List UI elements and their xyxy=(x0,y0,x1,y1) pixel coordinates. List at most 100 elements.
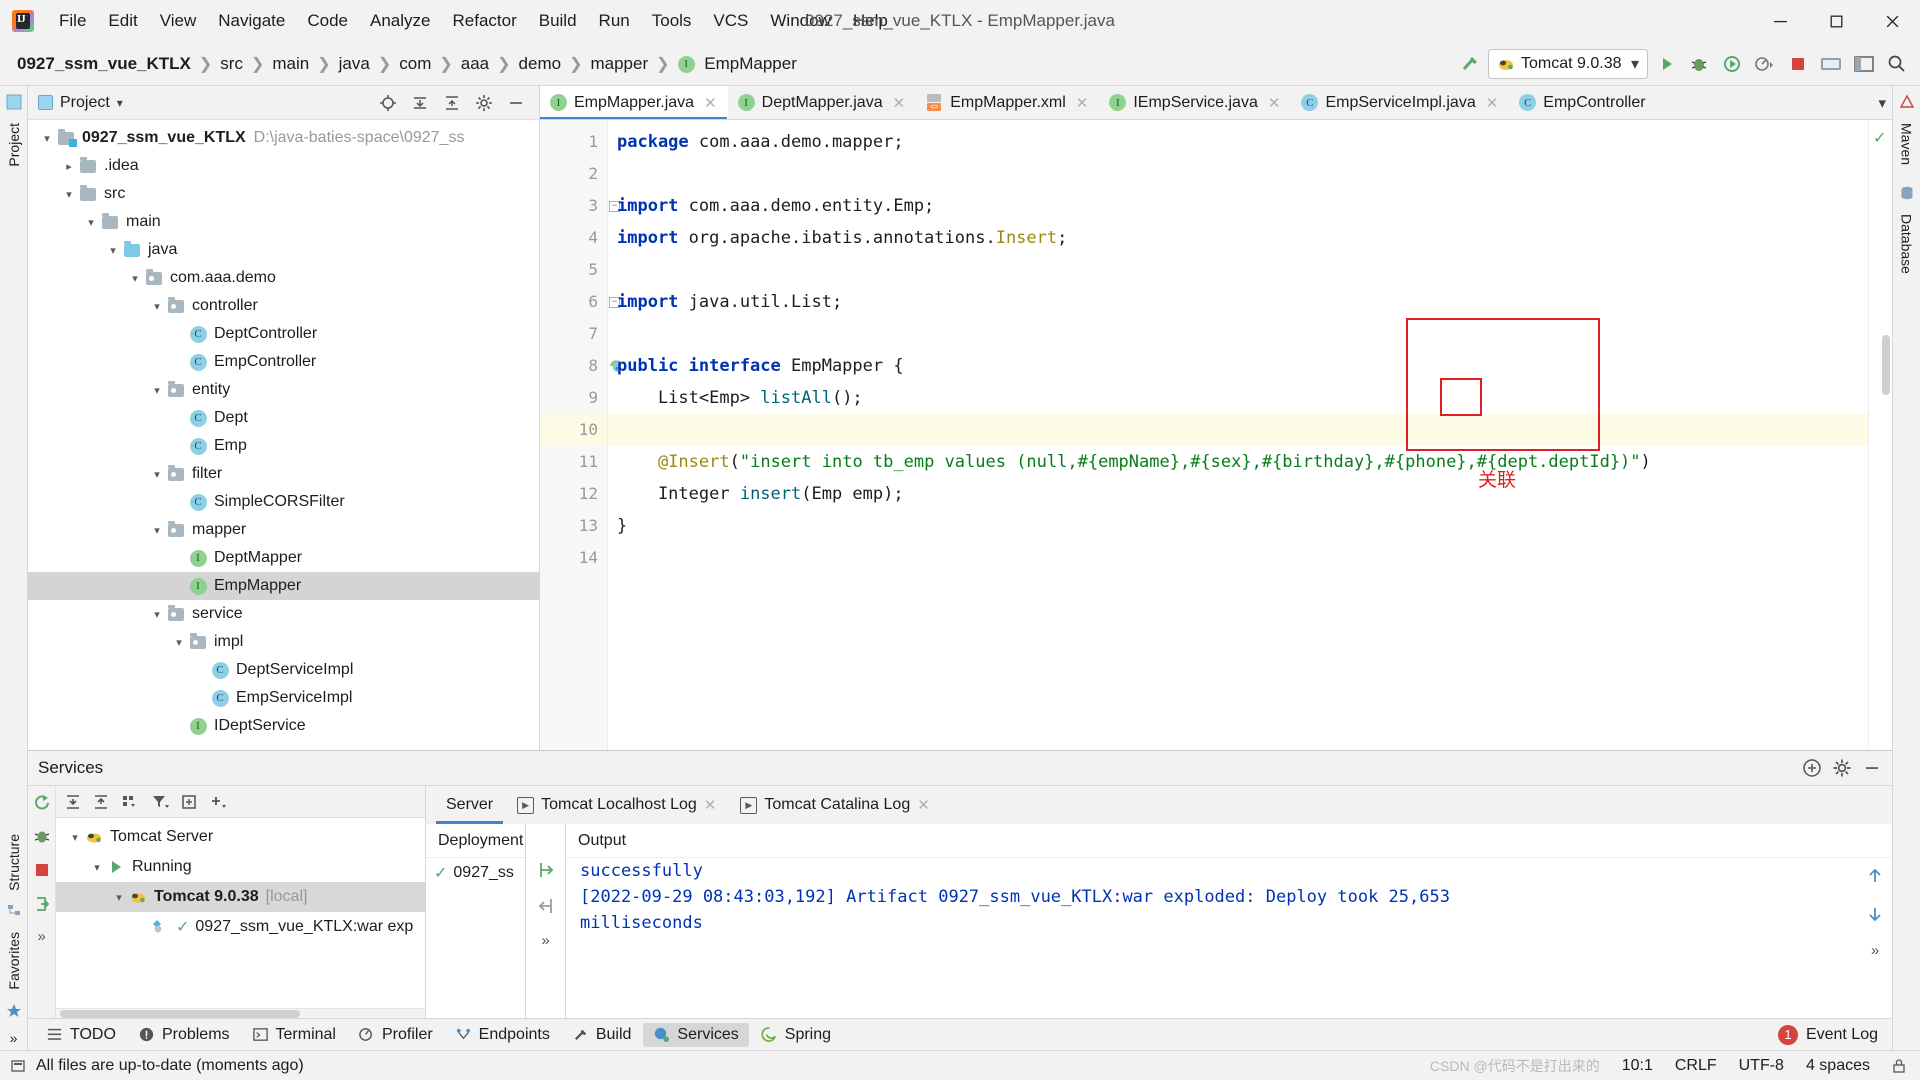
menu-view[interactable]: View xyxy=(149,7,208,35)
tree-node[interactable]: ▾ filter xyxy=(28,460,539,488)
close-tab-icon[interactable]: ✕ xyxy=(893,94,906,112)
code-line[interactable]: } xyxy=(608,510,1868,542)
chevron-down-icon[interactable]: ▾ xyxy=(148,608,166,621)
menu-build[interactable]: Build xyxy=(528,7,588,35)
sidebar-item-favorites[interactable]: Favorites xyxy=(6,926,22,996)
tree-node[interactable]: ▾ entity xyxy=(28,376,539,404)
toolwindow-button-endpoints[interactable]: Endpoints xyxy=(445,1023,560,1047)
star-icon[interactable] xyxy=(6,1003,22,1019)
output-log[interactable]: successfully [2022-09-29 08:43:03,192] Ar… xyxy=(566,858,1858,1018)
add-icon[interactable] xyxy=(208,793,228,811)
tree-node[interactable]: ▾ mapper xyxy=(28,516,539,544)
code-line[interactable]: package com.aaa.demo.mapper; xyxy=(608,126,1868,158)
hide-icon[interactable] xyxy=(1862,758,1882,778)
close-tab-icon[interactable]: ✕ xyxy=(704,796,717,814)
gutter-line-number[interactable]: 5 xyxy=(540,254,607,286)
build-button[interactable] xyxy=(1455,49,1485,79)
close-button[interactable] xyxy=(1864,0,1920,42)
sidebar-item-structure[interactable]: Structure xyxy=(6,828,22,897)
close-tab-icon[interactable]: ✕ xyxy=(704,94,717,112)
tree-node[interactable]: ▾ service xyxy=(28,600,539,628)
services-tree-scrollbar[interactable] xyxy=(56,1008,425,1018)
line-separator[interactable]: CRLF xyxy=(1675,1057,1717,1075)
gutter-line-number[interactable]: 6− xyxy=(540,286,620,318)
run-button[interactable] xyxy=(1651,49,1681,79)
indent-setting[interactable]: 4 spaces xyxy=(1806,1057,1870,1075)
more-icon[interactable]: » xyxy=(541,932,549,949)
scroll-down-icon[interactable] xyxy=(1865,904,1885,924)
filter-icon[interactable] xyxy=(150,793,170,811)
tree-node[interactable]: C EmpServiceImpl xyxy=(28,684,539,712)
gutter-line-number[interactable]: 3− xyxy=(540,190,620,222)
tree-node[interactable]: C EmpController xyxy=(28,348,539,376)
collapse-all-icon[interactable] xyxy=(92,793,110,811)
chevron-down-icon[interactable]: ▾ xyxy=(66,831,84,844)
menu-help[interactable]: Help xyxy=(842,7,899,35)
chevron-down-icon[interactable]: ▾ xyxy=(82,216,100,229)
toolwindow-button-profiler[interactable]: Profiler xyxy=(348,1023,443,1047)
rerun-icon[interactable] xyxy=(32,792,52,812)
left-rail-more[interactable]: » xyxy=(10,1026,18,1050)
tree-node[interactable]: C DeptController xyxy=(28,320,539,348)
editor-scrollbar-thumb[interactable] xyxy=(1882,335,1890,395)
collapse-all-icon[interactable] xyxy=(437,88,467,118)
tree-node[interactable]: ▾ 0927_ssm_vue_KTLX D:\java-baties-space\0… xyxy=(28,124,539,152)
file-encoding[interactable]: UTF-8 xyxy=(1739,1057,1784,1075)
sidebar-item-project[interactable]: Project xyxy=(6,117,22,173)
close-tab-icon[interactable]: ✕ xyxy=(917,796,930,814)
editor-tab[interactable]: I DeptMapper.java ✕ xyxy=(728,86,917,119)
code-line[interactable] xyxy=(608,542,1868,574)
services-tree-node[interactable]: ▾ Tomcat Server xyxy=(56,822,425,852)
code-line[interactable]: Integer insert(Emp emp); xyxy=(608,478,1868,510)
tree-node[interactable]: C SimpleCORSFilter xyxy=(28,488,539,516)
editor-tabs-overflow[interactable]: ▾ xyxy=(1878,86,1892,119)
deployment-item[interactable]: ✓ 0927_ss xyxy=(426,858,525,888)
services-tree-node[interactable]: ✓ 0927_ssm_vue_KTLX:war exp xyxy=(56,912,425,942)
sidebar-item-maven[interactable]: Maven xyxy=(1899,117,1915,171)
gutter-line-number[interactable]: 10 xyxy=(540,414,607,446)
tree-node[interactable]: ▾ impl xyxy=(28,628,539,656)
stop-button[interactable] xyxy=(1783,49,1813,79)
caret-position[interactable]: 10:1 xyxy=(1622,1057,1653,1075)
expand-all-icon[interactable] xyxy=(64,793,82,811)
minimize-button[interactable] xyxy=(1752,0,1808,42)
structure-icon[interactable] xyxy=(6,903,22,919)
inspection-sidebar[interactable]: ✓ xyxy=(1868,120,1892,750)
run-configuration-selector[interactable]: Tomcat 9.0.38 ▾ xyxy=(1488,48,1648,79)
add-frame-icon[interactable] xyxy=(180,793,198,811)
code-line[interactable]: import org.apache.ibatis.annotations.Ins… xyxy=(608,222,1868,254)
group-icon[interactable] xyxy=(120,793,140,811)
sidebar-item-database[interactable]: Database xyxy=(1899,208,1915,280)
menu-refactor[interactable]: Refactor xyxy=(441,7,527,35)
menu-navigate[interactable]: Navigate xyxy=(207,7,296,35)
maximize-button[interactable] xyxy=(1808,0,1864,42)
scroll-up-icon[interactable] xyxy=(1865,866,1885,886)
chevron-down-icon[interactable]: ▾ xyxy=(148,384,166,397)
menu-analyze[interactable]: Analyze xyxy=(359,7,441,35)
menu-edit[interactable]: Edit xyxy=(97,7,148,35)
close-tab-icon[interactable]: ✕ xyxy=(1486,94,1499,112)
project-tree[interactable]: ▾ 0927_ssm_vue_KTLX D:\java-baties-space\0… xyxy=(28,120,539,750)
chevron-down-icon[interactable]: ▾ xyxy=(126,272,144,285)
services-tree-node[interactable]: ▾ Tomcat 9.0.38 [local] xyxy=(56,882,425,912)
chevron-down-icon[interactable]: ▾ xyxy=(38,132,56,145)
tree-node[interactable]: ▾ main xyxy=(28,208,539,236)
code-line[interactable] xyxy=(608,254,1868,286)
toolwindow-button-problems[interactable]: Problems xyxy=(128,1023,240,1047)
tree-node[interactable]: C Emp xyxy=(28,432,539,460)
editor-tab[interactable]: C EmpServiceImpl.java ✕ xyxy=(1291,86,1509,119)
chevron-down-icon[interactable]: ▾ xyxy=(1631,54,1639,74)
expand-all-icon[interactable] xyxy=(405,88,435,118)
gutter-line-number[interactable]: 8e xyxy=(540,350,622,382)
chevron-down-icon[interactable]: ▾ xyxy=(117,96,123,110)
add-service-icon[interactable] xyxy=(1802,758,1822,778)
run-with-coverage-button[interactable] xyxy=(1717,49,1747,79)
menu-window[interactable]: Window xyxy=(759,7,841,35)
tree-node[interactable]: I IDeptService xyxy=(28,712,539,740)
chevron-right-icon[interactable]: ▸ xyxy=(60,160,78,173)
deploy-right-icon[interactable] xyxy=(536,860,556,880)
editor-tab[interactable]: <> EmpMapper.xml ✕ xyxy=(916,86,1099,119)
chevron-down-icon[interactable]: ▾ xyxy=(148,524,166,537)
services-tree-node[interactable]: ▾ Running xyxy=(56,852,425,882)
close-tab-icon[interactable]: ✕ xyxy=(1268,94,1281,112)
